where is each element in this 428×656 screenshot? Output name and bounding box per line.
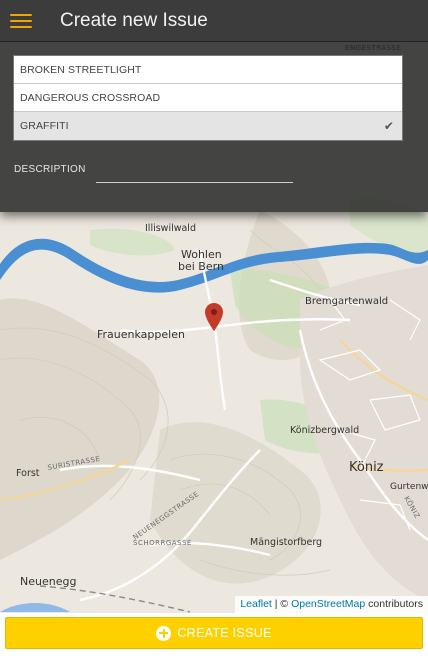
app-bar: Create new Issue	[0, 0, 428, 42]
category-item-broken-streetlight[interactable]: BROKEN STREETLIGHT	[14, 56, 402, 84]
create-issue-label: CREATE ISSUE	[177, 626, 272, 640]
description-label: DESCRIPTION	[14, 164, 86, 175]
map-attribution: Leaflet | © OpenStreetMap contributors	[235, 596, 428, 613]
svg-text:Frauenkappelen: Frauenkappelen	[97, 328, 185, 341]
bottom-bar: CREATE ISSUE	[0, 613, 428, 656]
category-item-dangerous-crossroad[interactable]: DANGEROUS CROSSROAD	[14, 84, 402, 112]
map-marker-icon[interactable]	[205, 303, 223, 331]
page-title: Create new Issue	[60, 9, 208, 31]
plus-circle-icon	[156, 625, 172, 641]
svg-text:Könizbergwald: Könizbergwald	[290, 425, 359, 436]
issue-form-panel: Create new Issue BROKEN STREETLIGHT DANG…	[0, 0, 428, 212]
leaflet-link[interactable]: Leaflet	[240, 598, 272, 610]
openstreetmap-link[interactable]: OpenStreetMap	[291, 598, 365, 610]
svg-text:Bremgartenwald: Bremgartenwald	[305, 296, 388, 307]
svg-text:Forst: Forst	[16, 468, 40, 479]
svg-text:bei Bern: bei Bern	[178, 260, 224, 273]
attribution-separator: | ©	[271, 598, 292, 610]
category-item-graffiti[interactable]: GRAFFITI ✔	[14, 112, 402, 140]
checkmark-icon: ✔	[383, 119, 394, 133]
description-input[interactable]	[96, 162, 293, 183]
svg-text:Mängistorfberg: Mängistorfberg	[250, 537, 322, 548]
svg-text:Köniz: Köniz	[349, 460, 384, 475]
svg-text:SCHORRGASSE: SCHORRGASSE	[133, 539, 192, 547]
category-label: GRAFFITI	[20, 120, 69, 132]
create-issue-button[interactable]: CREATE ISSUE	[5, 617, 423, 649]
hamburger-menu-icon[interactable]	[10, 13, 32, 28]
svg-text:Illiswilwald: Illiswilwald	[145, 223, 196, 234]
category-label: BROKEN STREETLIGHT	[20, 64, 142, 76]
svg-text:Neuenegg: Neuenegg	[20, 575, 76, 588]
attribution-suffix: contributors	[365, 598, 423, 610]
category-list: BROKEN STREETLIGHT DANGEROUS CROSSROAD G…	[13, 55, 403, 141]
category-label: DANGEROUS CROSSROAD	[20, 92, 161, 104]
svg-text:Gurtenw: Gurtenw	[390, 482, 428, 492]
